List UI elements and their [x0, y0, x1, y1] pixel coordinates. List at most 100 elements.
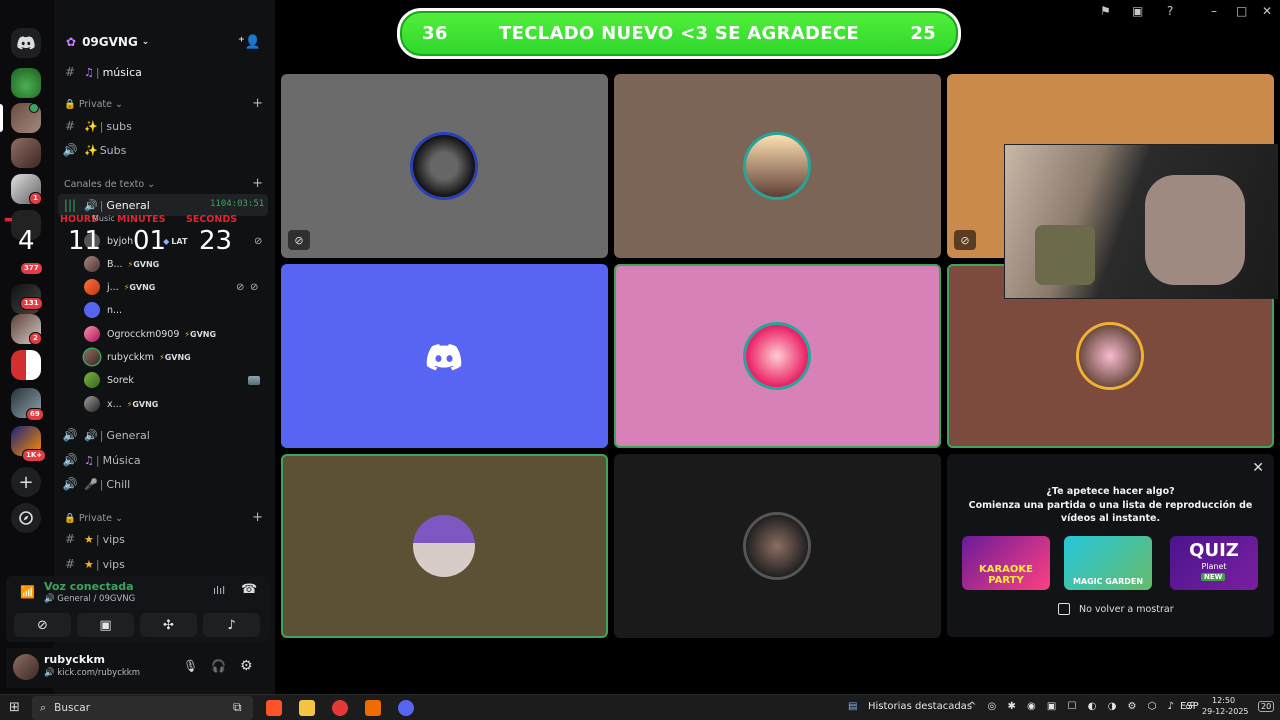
close-icon[interactable]: ✕: [1262, 4, 1272, 18]
channel-subs-text[interactable]: # ✨ | subs: [62, 115, 132, 137]
channel-musica[interactable]: 🔊 ♫ | Música: [62, 449, 141, 471]
clock-date[interactable]: 29-12-2025: [1202, 707, 1249, 716]
search-box[interactable]: ⌕ Buscar: [32, 696, 253, 720]
avatar: [413, 515, 475, 577]
channel-vips-2[interactable]: # ★ | vips: [62, 553, 125, 575]
help-icon[interactable]: ?: [1167, 4, 1173, 18]
inbox-icon[interactable]: ⚑: [1100, 4, 1111, 18]
headset-icon[interactable]: 🎧: [211, 659, 226, 673]
participant-tile[interactable]: [281, 264, 608, 448]
channel-vips-1[interactable]: # ★ | vips: [62, 528, 125, 550]
banner-left-count: 36: [422, 23, 448, 44]
music-note-icon: ♫: [84, 453, 94, 467]
unread-badge: 131: [20, 297, 43, 310]
channel-label: Subs: [99, 143, 127, 157]
language-indicator[interactable]: ESP: [1180, 701, 1199, 712]
channel-general1[interactable]: 🔊 🔊 | General: [62, 424, 150, 446]
chevron-down-icon: ⌄: [114, 99, 123, 110]
channel-label: subs: [106, 119, 132, 133]
signal-icon[interactable]: 📶: [20, 585, 35, 599]
voice-user[interactable]: rubyckkm ⚡GVNG: [84, 347, 191, 367]
days-label: ▬: [4, 214, 13, 225]
game-karaoke-party[interactable]: KARAOKE PARTY: [962, 536, 1050, 590]
brave-icon[interactable]: [266, 700, 282, 716]
camera-off-icon: ⊘: [37, 617, 48, 633]
tray-icons[interactable]: ^ ◎ ✱ ◉ ▣ ☐ ◐ ◑ ⚙ ⬡ ♪ ☍: [968, 701, 1199, 712]
soundboard-button[interactable]: ♪: [203, 613, 260, 637]
channel-chill[interactable]: 🔊 🎤 | Chill: [62, 473, 131, 495]
add-channel-icon[interactable]: +: [252, 176, 263, 191]
unread-badge: 1: [29, 192, 42, 205]
countdown-overlay: ▬ HOURS Music MINUTES SECONDS 4 11 01 23: [4, 210, 270, 260]
close-icon[interactable]: ✕: [1252, 460, 1264, 476]
server-icon-8[interactable]: [11, 350, 41, 380]
invite-icon[interactable]: ⁺👤: [238, 35, 261, 50]
clan-tag: GVNG: [132, 399, 159, 409]
category-text-channels[interactable]: Canales de texto ⌄: [64, 179, 155, 190]
voice-channel-line[interactable]: 🔊 General / 09GVNG: [44, 594, 135, 604]
voice-user[interactable]: j... ⚡GVNG ⊘ ⊘: [84, 277, 258, 297]
live-dot: [29, 103, 39, 113]
avatar[interactable]: [13, 654, 39, 680]
server-icon-rubyckkm[interactable]: [11, 138, 41, 168]
lock-icon: 🔒: [64, 513, 76, 524]
disconnect-icon[interactable]: ☎: [241, 582, 257, 597]
lock-icon: 🔒: [64, 99, 76, 110]
clock-time[interactable]: 12:50: [1212, 696, 1235, 705]
voice-user[interactable]: Sorek: [84, 370, 260, 390]
channel-label: música: [102, 65, 142, 79]
game-quiz-planet[interactable]: QUIZ Planet NEW: [1170, 536, 1258, 590]
channel-label: vips: [102, 532, 125, 546]
user-name: j...: [107, 281, 119, 293]
widgets-icon[interactable]: ▤: [848, 701, 857, 712]
task-view-icon[interactable]: ⧉: [233, 700, 242, 715]
custom-status: 🔊 kick.com/rubyckkm: [44, 668, 141, 678]
seconds-label: SECONDS: [186, 214, 238, 225]
discord-taskbar-icon[interactable]: [398, 700, 414, 716]
category-private[interactable]: 🔒 Private ⌄: [64, 99, 123, 110]
discover-icon[interactable]: [11, 503, 41, 533]
game-magic-garden[interactable]: MAGIC GARDEN: [1064, 536, 1152, 590]
channel-subs-voice[interactable]: 🔊 ✨ Subs: [62, 139, 127, 161]
screen-icon[interactable]: ▣: [1132, 4, 1143, 18]
channel-label: vips: [102, 557, 125, 571]
screen-share-button[interactable]: ▣: [77, 613, 134, 637]
server-icon-pepe[interactable]: [11, 68, 41, 98]
activities-button[interactable]: ✣: [140, 613, 197, 637]
search-placeholder: Buscar: [54, 702, 91, 714]
avatar: [746, 135, 808, 197]
dont-show-checkbox[interactable]: [1058, 603, 1070, 615]
start-icon[interactable]: ⊞: [9, 700, 20, 715]
notification-badge[interactable]: 20: [1258, 701, 1275, 712]
maximize-icon[interactable]: □: [1236, 4, 1247, 18]
participant-tile[interactable]: [614, 454, 941, 638]
minutes-label: MINUTES: [117, 214, 166, 225]
discord-home-icon[interactable]: [11, 28, 41, 58]
banner-right-count: 25: [910, 23, 936, 44]
star-icon: ★: [84, 532, 94, 546]
unread-badge: 1K+: [22, 449, 47, 462]
microphone-icon[interactable]: 🎙: [183, 659, 198, 673]
noise-suppression-icon[interactable]: ılıl: [213, 584, 225, 597]
minimize-icon[interactable]: –: [1211, 4, 1217, 18]
category-private-2[interactable]: 🔒 Private ⌄: [64, 513, 123, 524]
voice-user[interactable]: Ogrocckm0909 ⚡GVNG: [84, 324, 216, 344]
participant-tile[interactable]: [614, 74, 941, 258]
channel-musica-top[interactable]: # ♫ | música: [62, 61, 142, 83]
add-server-icon[interactable]: +: [11, 467, 41, 497]
star-icon: ★: [84, 557, 94, 571]
participant-tile-speaking[interactable]: [614, 264, 941, 448]
file-explorer-icon[interactable]: [299, 700, 315, 716]
server-header[interactable]: ✿ 09GVNG ⌄ ⁺👤: [54, 28, 275, 56]
voice-user[interactable]: x... ⚡GVNG: [84, 394, 158, 414]
participant-tile[interactable]: ⊘: [281, 74, 608, 258]
voice-user[interactable]: n...: [84, 300, 122, 320]
news-widget[interactable]: Historias destacadas: [868, 701, 972, 712]
app-icon[interactable]: [365, 700, 381, 716]
settings-gear-icon[interactable]: ⚙: [240, 658, 253, 674]
camera-button[interactable]: ⊘: [14, 613, 71, 637]
obs-icon[interactable]: [332, 700, 348, 716]
participant-tile-speaking[interactable]: [281, 454, 608, 638]
add-channel-icon[interactable]: +: [252, 510, 263, 525]
add-channel-icon[interactable]: +: [252, 96, 263, 111]
